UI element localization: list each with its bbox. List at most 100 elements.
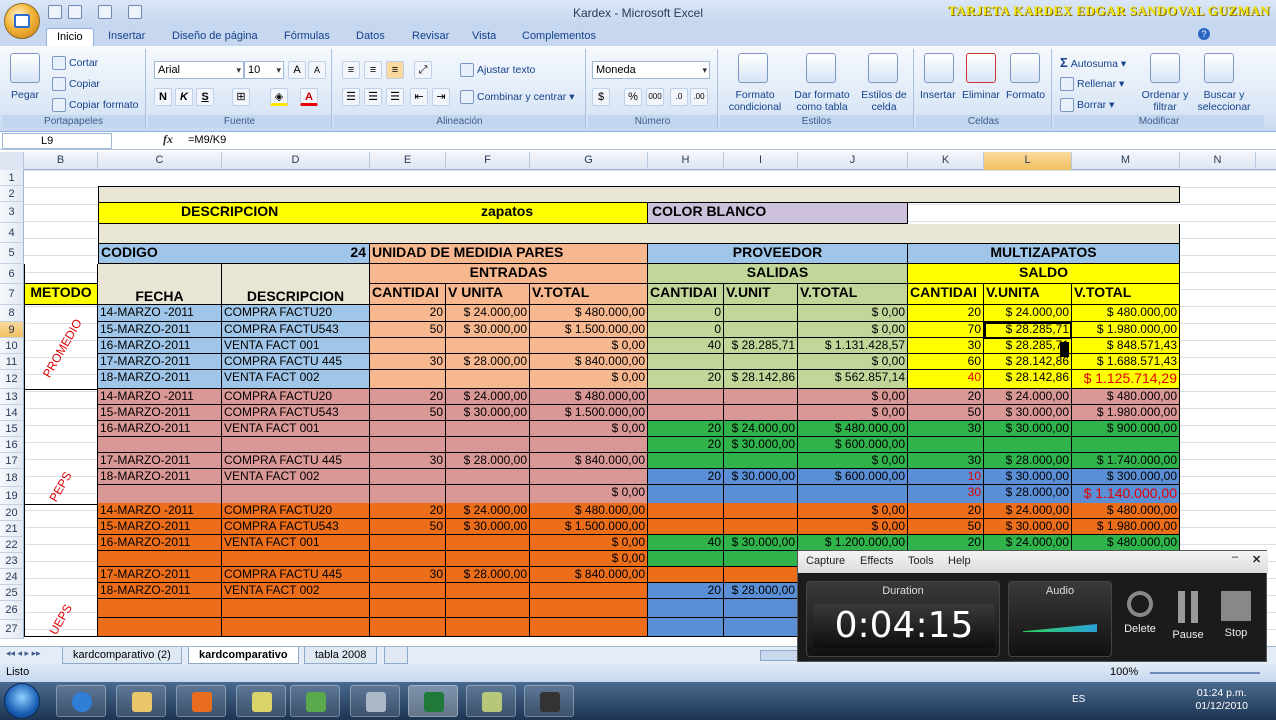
select-all-corner[interactable]	[0, 152, 24, 170]
align-top-icon[interactable]: ≡	[342, 61, 360, 79]
paste-button[interactable]: Pegar	[11, 89, 39, 101]
language-indicator[interactable]: ES	[1072, 694, 1085, 705]
peps-cell[interactable]: 20	[648, 421, 724, 437]
merge-center-button[interactable]: Combinar y centrar ▾	[460, 90, 574, 104]
stop-button[interactable]: Stop	[1214, 591, 1258, 639]
peps-cell[interactable]: 50	[370, 405, 446, 421]
format-table-button[interactable]: Dar formato como tabla	[790, 89, 854, 113]
prom-cell[interactable]: $ 0,00	[530, 370, 648, 389]
prom-cell[interactable]: 20	[370, 305, 446, 322]
prom-cell[interactable]: 40	[648, 338, 724, 354]
prom-cell[interactable]: 40	[908, 370, 984, 389]
peps-cell[interactable]	[530, 469, 648, 485]
peps-cell[interactable]: $ 0,00	[530, 485, 648, 504]
peps-cell[interactable]: VENTA FACT 001	[222, 421, 370, 437]
tab-insertar[interactable]: Insertar	[98, 28, 155, 46]
row-header[interactable]: 4	[0, 223, 24, 243]
peps-cell[interactable]: 15-MARZO-2011	[98, 405, 222, 421]
format-cells-button[interactable]: Formato	[1006, 89, 1045, 101]
peps-cell[interactable]: 30	[908, 453, 984, 469]
align-center-icon[interactable]: ☰	[364, 88, 382, 106]
ueps-cell[interactable]	[724, 599, 798, 618]
peps-cell[interactable]: $ 1.740.000,00	[1072, 453, 1180, 469]
ueps-cell[interactable]: 20	[648, 583, 724, 599]
ueps-cell[interactable]	[648, 503, 724, 519]
prom-cell[interactable]: COMPRA FACTU 445	[222, 354, 370, 370]
peps-cell[interactable]	[1072, 437, 1180, 453]
peps-cell[interactable]	[370, 437, 446, 453]
peps-cell[interactable]: 20	[648, 469, 724, 485]
close-icon[interactable]: ✕	[1252, 553, 1261, 566]
fill-color-icon[interactable]: ◈	[270, 88, 288, 106]
peps-cell[interactable]: $ 0,00	[798, 389, 908, 405]
ueps-cell[interactable]	[724, 567, 798, 583]
prom-cell[interactable]: $ 1.980.000,00	[1072, 322, 1180, 338]
ueps-cell[interactable]: 30	[370, 567, 446, 583]
row-header[interactable]: 17	[0, 453, 24, 469]
peps-cell[interactable]: 14-MARZO -2011	[98, 389, 222, 405]
metodo-ueps-block[interactable]: UEPS	[24, 505, 98, 637]
peps-cell[interactable]: 30	[908, 421, 984, 437]
ueps-cell[interactable]: 40	[648, 535, 724, 551]
ueps-cell[interactable]: 17-MARZO-2011	[98, 567, 222, 583]
peps-cell[interactable]: $ 30.000,00	[984, 405, 1072, 421]
ueps-cell[interactable]	[724, 503, 798, 519]
row-header[interactable]: 15	[0, 421, 24, 437]
row-header[interactable]: 1	[0, 170, 24, 186]
pause-button[interactable]: Pause	[1166, 591, 1210, 641]
font-size-select[interactable]: 10	[244, 61, 284, 79]
tab-datos[interactable]: Datos	[346, 28, 395, 46]
metodo-promedio-block[interactable]: PROMEDIO	[24, 305, 98, 390]
clear-button[interactable]: Borrar ▾	[1060, 98, 1114, 112]
entradas-header[interactable]: ENTRADAS	[370, 264, 648, 284]
increase-indent-icon[interactable]: ⇥	[432, 88, 450, 106]
peps-cell[interactable]: 30	[370, 453, 446, 469]
peps-cell[interactable]	[98, 437, 222, 453]
row-header[interactable]: 24	[0, 569, 24, 585]
peps-cell[interactable]: $ 24.000,00	[446, 389, 530, 405]
tab-formulas[interactable]: Fórmulas	[274, 28, 340, 46]
col-header[interactable]: K	[908, 152, 984, 170]
row-header[interactable]: 22	[0, 537, 24, 553]
fx-icon[interactable]: fx	[163, 132, 173, 147]
format-table-icon[interactable]	[806, 53, 836, 83]
ueps-cell[interactable]: $ 28.000,00	[446, 567, 530, 583]
prom-cell[interactable]: $ 28.285,71	[984, 338, 1072, 354]
peps-cell[interactable]	[446, 421, 530, 437]
sort-filter-button[interactable]: Ordenar y filtrar	[1140, 89, 1190, 113]
prom-cell[interactable]	[370, 370, 446, 389]
borders-icon[interactable]: ⊞	[232, 88, 250, 106]
ueps-cell[interactable]	[724, 551, 798, 567]
peps-cell[interactable]: VENTA FACT 002	[222, 469, 370, 485]
sheet-tab[interactable]: tabla 2008	[304, 647, 378, 664]
row-header[interactable]: 27	[0, 620, 24, 639]
peps-cell[interactable]	[222, 437, 370, 453]
format-painter-button[interactable]: Copiar formato	[52, 98, 138, 112]
underline-icon[interactable]: S	[196, 88, 214, 106]
peps-cell[interactable]	[798, 485, 908, 504]
entrada-vtotal-header[interactable]: V.TOTAL	[530, 284, 648, 305]
peps-cell[interactable]: $ 30.000,00	[724, 469, 798, 485]
ueps-cell[interactable]	[370, 535, 446, 551]
row-header[interactable]: 20	[0, 505, 24, 521]
peps-cell[interactable]: $ 600.000,00	[798, 437, 908, 453]
peps-cell[interactable]: $ 300.000,00	[1072, 469, 1180, 485]
prom-cell[interactable]	[446, 370, 530, 389]
ueps-cell[interactable]: $ 0,00	[530, 535, 648, 551]
color-cell[interactable]: COLOR BLANCO	[648, 203, 908, 224]
shrink-font-icon[interactable]: A	[308, 61, 326, 79]
unidad-cell[interactable]: UNIDAD DE MEDIDIA PARES	[370, 244, 648, 264]
peps-cell[interactable]: $ 24.000,00	[984, 389, 1072, 405]
ueps-cell[interactable]: 20	[908, 503, 984, 519]
peps-cell[interactable]	[648, 405, 724, 421]
prom-cell[interactable]: $ 28.000,00	[446, 354, 530, 370]
peps-cell[interactable]: 17-MARZO-2011	[98, 453, 222, 469]
proveedor-cell[interactable]: PROVEEDOR	[648, 244, 908, 264]
ueps-cell[interactable]: 50	[370, 519, 446, 535]
windows-start-icon[interactable]	[4, 683, 40, 719]
row-header[interactable]: 25	[0, 585, 24, 601]
ueps-cell[interactable]: 16-MARZO-2011	[98, 535, 222, 551]
col-header[interactable]: E	[370, 152, 446, 170]
ueps-cell[interactable]: VENTA FACT 002	[222, 583, 370, 599]
align-bottom-icon[interactable]: ≡	[386, 61, 404, 79]
